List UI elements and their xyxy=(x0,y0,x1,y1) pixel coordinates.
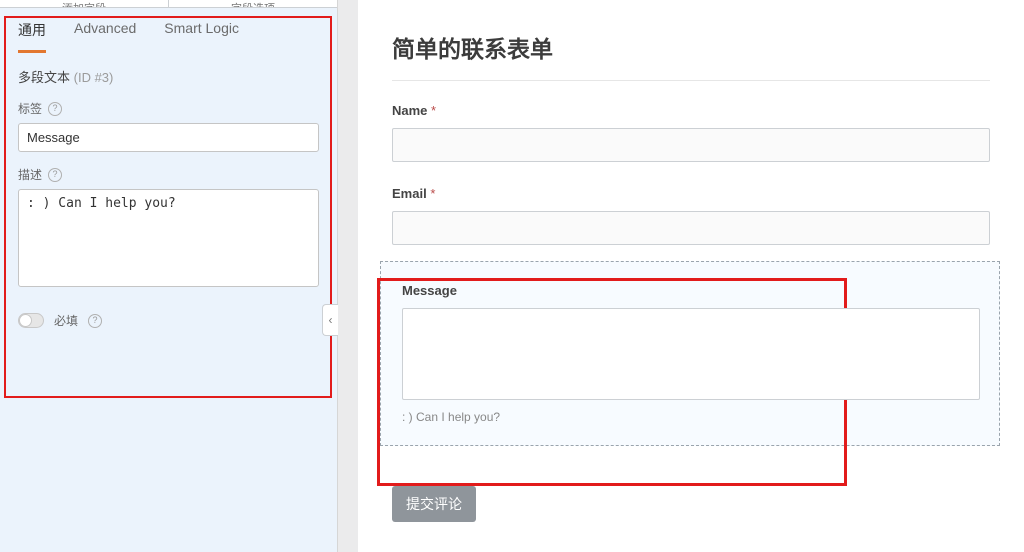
preview-field-email[interactable]: Email * xyxy=(392,186,990,245)
tab-advanced[interactable]: Advanced xyxy=(74,20,136,53)
name-label: Name * xyxy=(392,103,990,118)
name-input[interactable] xyxy=(392,128,990,162)
field-id: (ID #3) xyxy=(74,70,114,85)
required-label: 必填 xyxy=(54,312,78,329)
required-toggle[interactable] xyxy=(18,313,44,328)
description-textarea[interactable]: : ) Can I help you? xyxy=(18,189,319,287)
help-icon[interactable]: ? xyxy=(88,314,102,328)
field-options-tabs: 通用 Advanced Smart Logic xyxy=(0,8,337,53)
required-row: 必填 ? xyxy=(18,312,319,329)
collapse-sidebar-button[interactable]: ‹ xyxy=(322,304,338,336)
preview-area: 简单的联系表单 Name * Email * Message : ) Can I… xyxy=(338,0,1024,552)
chevron-left-icon: ‹ xyxy=(329,313,333,327)
preview-field-name[interactable]: Name * xyxy=(392,103,990,162)
help-icon[interactable]: ? xyxy=(48,168,62,182)
message-description: : ) Can I help you? xyxy=(402,410,980,424)
description-setting-label: 描述 ? xyxy=(18,166,319,183)
tab-smart-logic[interactable]: Smart Logic xyxy=(164,20,239,53)
tab-general[interactable]: 通用 xyxy=(18,20,46,53)
sidebar-top-toolbar: 添加字段 字段选项 xyxy=(0,0,337,8)
message-label: Message xyxy=(402,283,980,298)
required-asterisk: * xyxy=(430,186,435,201)
email-input[interactable] xyxy=(392,211,990,245)
form-title: 简单的联系表单 xyxy=(392,30,990,64)
field-options-tab[interactable]: 字段选项 xyxy=(169,0,337,7)
required-asterisk: * xyxy=(431,103,436,118)
divider xyxy=(392,80,990,81)
form-preview: 简单的联系表单 Name * Email * Message : ) Can I… xyxy=(358,0,1024,552)
field-type-name: 多段文本 xyxy=(18,70,70,85)
label-setting-label: 标签 ? xyxy=(18,100,319,117)
preview-field-message-selected[interactable]: Message : ) Can I help you? xyxy=(392,269,990,438)
help-icon[interactable]: ? xyxy=(48,102,62,116)
message-textarea[interactable] xyxy=(402,308,980,400)
field-type-heading: 多段文本 (ID #3) xyxy=(18,67,319,86)
email-label: Email * xyxy=(392,186,990,201)
submit-button[interactable]: 提交评论 xyxy=(392,486,476,522)
add-field-tab[interactable]: 添加字段 xyxy=(0,0,169,7)
sidebar: 添加字段 字段选项 通用 Advanced Smart Logic 多段文本 (… xyxy=(0,0,338,552)
field-settings-panel: 多段文本 (ID #3) 标签 ? 描述 ? : ) Can I help yo… xyxy=(0,53,337,329)
label-input[interactable] xyxy=(18,123,319,152)
